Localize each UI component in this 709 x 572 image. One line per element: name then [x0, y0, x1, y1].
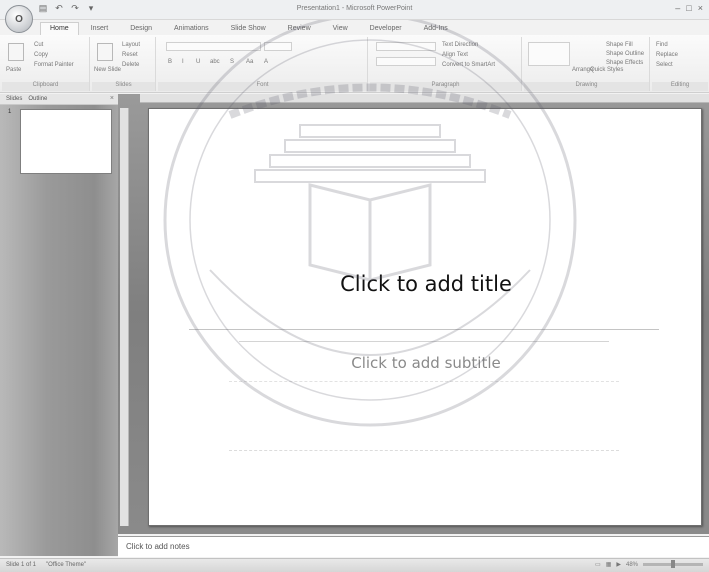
copy-button[interactable]: Copy: [34, 52, 48, 58]
change-case-button[interactable]: Aa: [246, 59, 253, 65]
status-bar: Slide 1 of 1 "Office Theme" ▭ ▦ ▶ 48%: [0, 558, 709, 572]
notes-pane[interactable]: Click to add notes: [118, 536, 709, 557]
underline-button[interactable]: U: [196, 59, 200, 65]
ribbon-tabs: Home Insert Design Animations Slide Show…: [40, 22, 458, 35]
slides-outline-tabs: Slides Outline ×: [0, 94, 118, 105]
status-left: Slide 1 of 1 "Office Theme": [6, 562, 86, 568]
replace-button[interactable]: Replace: [656, 52, 678, 58]
title-placeholder[interactable]: Click to add title: [149, 272, 703, 296]
paste-button[interactable]: Paste: [6, 67, 21, 73]
minimize-button[interactable]: –: [675, 3, 680, 13]
layout-button[interactable]: Layout: [122, 42, 140, 48]
pane-close-icon[interactable]: ×: [110, 95, 114, 102]
reset-button[interactable]: Reset: [122, 52, 138, 58]
quick-styles-button[interactable]: Quick Styles: [590, 67, 623, 73]
editing-group: Find Replace Select Editing: [652, 37, 708, 91]
align-text-button[interactable]: Align Text: [442, 52, 468, 58]
theme-status: "Office Theme": [46, 562, 87, 568]
font-name-box[interactable]: [166, 42, 261, 51]
italic-button[interactable]: I: [182, 59, 184, 65]
editing-group-label: Editing: [652, 82, 708, 91]
subtitle-placeholder-border: [239, 341, 609, 342]
tab-outline[interactable]: Outline: [28, 96, 47, 102]
window-controls: – □ ×: [675, 3, 703, 13]
strikethrough-button[interactable]: abc: [210, 59, 220, 65]
slide-canvas[interactable]: Click to add title Click to add subtitle: [148, 108, 702, 526]
tab-add-ins[interactable]: Add-Ins: [414, 22, 458, 35]
slideshow-view-icon[interactable]: ▶: [616, 561, 621, 568]
slides-group-label: Slides: [92, 82, 155, 91]
font-group-label: Font: [158, 82, 367, 91]
tab-view[interactable]: View: [323, 22, 358, 35]
shapes-gallery[interactable]: [528, 42, 570, 66]
font-size-box[interactable]: [264, 42, 292, 51]
tab-insert[interactable]: Insert: [81, 22, 119, 35]
zoom-slider-handle[interactable]: [671, 560, 675, 568]
tab-home[interactable]: Home: [40, 22, 79, 35]
vertical-ruler: [120, 108, 129, 526]
close-button[interactable]: ×: [698, 3, 703, 13]
clipboard-group: Paste Cut Copy Format Painter Clipboard: [2, 37, 90, 91]
slides-pane: 1: [0, 105, 118, 556]
shape-fill-button[interactable]: Shape Fill: [606, 42, 633, 48]
alignment-row[interactable]: [376, 57, 436, 66]
new-slide-button[interactable]: New Slide: [94, 67, 121, 73]
drawing-group-label: Drawing: [524, 82, 649, 91]
notes-placeholder[interactable]: Click to add notes: [126, 542, 190, 551]
maximize-button[interactable]: □: [686, 3, 691, 13]
bold-button[interactable]: B: [168, 59, 172, 65]
slide-thumbnail[interactable]: [20, 109, 112, 174]
shape-outline-button[interactable]: Shape Outline: [606, 51, 644, 57]
sorter-view-icon[interactable]: ▦: [606, 561, 612, 568]
text-direction-button[interactable]: Text Direction: [442, 42, 478, 48]
zoom-level[interactable]: 48%: [626, 562, 638, 568]
format-painter-button[interactable]: Format Painter: [34, 62, 74, 68]
slides-group: Layout Reset New Slide Delete Slides: [92, 37, 156, 91]
paragraph-group-label: Paragraph: [370, 82, 521, 91]
paragraph-group: Text Direction Align Text Convert to Sma…: [370, 37, 522, 91]
tab-slide-show[interactable]: Slide Show: [221, 22, 276, 35]
paste-icon[interactable]: [8, 43, 24, 61]
new-slide-icon[interactable]: [97, 43, 113, 61]
subtitle-placeholder[interactable]: Click to add subtitle: [149, 354, 703, 372]
font-group: B I U abc S Aa A Font: [158, 37, 368, 91]
shape-effects-button[interactable]: Shape Effects: [606, 60, 643, 66]
tab-animations[interactable]: Animations: [164, 22, 219, 35]
tab-developer[interactable]: Developer: [360, 22, 412, 35]
title-bar: ▤ ↶ ↷ ▾ Presentation1 - Microsoft PowerP…: [0, 0, 709, 20]
select-button[interactable]: Select: [656, 62, 673, 68]
slide-thumbnail-number: 1: [8, 109, 12, 115]
bullets-row[interactable]: [376, 42, 436, 51]
ribbon: Paste Cut Copy Format Painter Clipboard …: [0, 35, 709, 93]
shadow-button[interactable]: S: [230, 59, 234, 65]
office-button[interactable]: O: [5, 5, 33, 33]
window-title: Presentation1 - Microsoft PowerPoint: [296, 5, 413, 12]
normal-view-icon[interactable]: ▭: [595, 561, 601, 568]
tab-slides[interactable]: Slides: [6, 96, 22, 102]
font-color-button[interactable]: A: [264, 59, 268, 65]
delete-button[interactable]: Delete: [122, 62, 139, 68]
clipboard-group-label: Clipboard: [2, 82, 89, 91]
drawing-group: Arrange Quick Styles Shape Fill Shape Ou…: [524, 37, 650, 91]
find-button[interactable]: Find: [656, 42, 668, 48]
zoom-slider[interactable]: [643, 560, 703, 568]
title-placeholder-border: [189, 329, 659, 330]
slide-count-status: Slide 1 of 1: [6, 562, 37, 568]
convert-smartart-button[interactable]: Convert to SmartArt: [442, 62, 495, 68]
horizontal-ruler: [140, 94, 709, 103]
tab-design[interactable]: Design: [120, 22, 162, 35]
cut-button[interactable]: Cut: [34, 42, 43, 48]
subtitle-placeholder-box: [229, 381, 619, 451]
status-right: ▭ ▦ ▶ 48%: [595, 560, 703, 568]
tab-review[interactable]: Review: [278, 22, 321, 35]
